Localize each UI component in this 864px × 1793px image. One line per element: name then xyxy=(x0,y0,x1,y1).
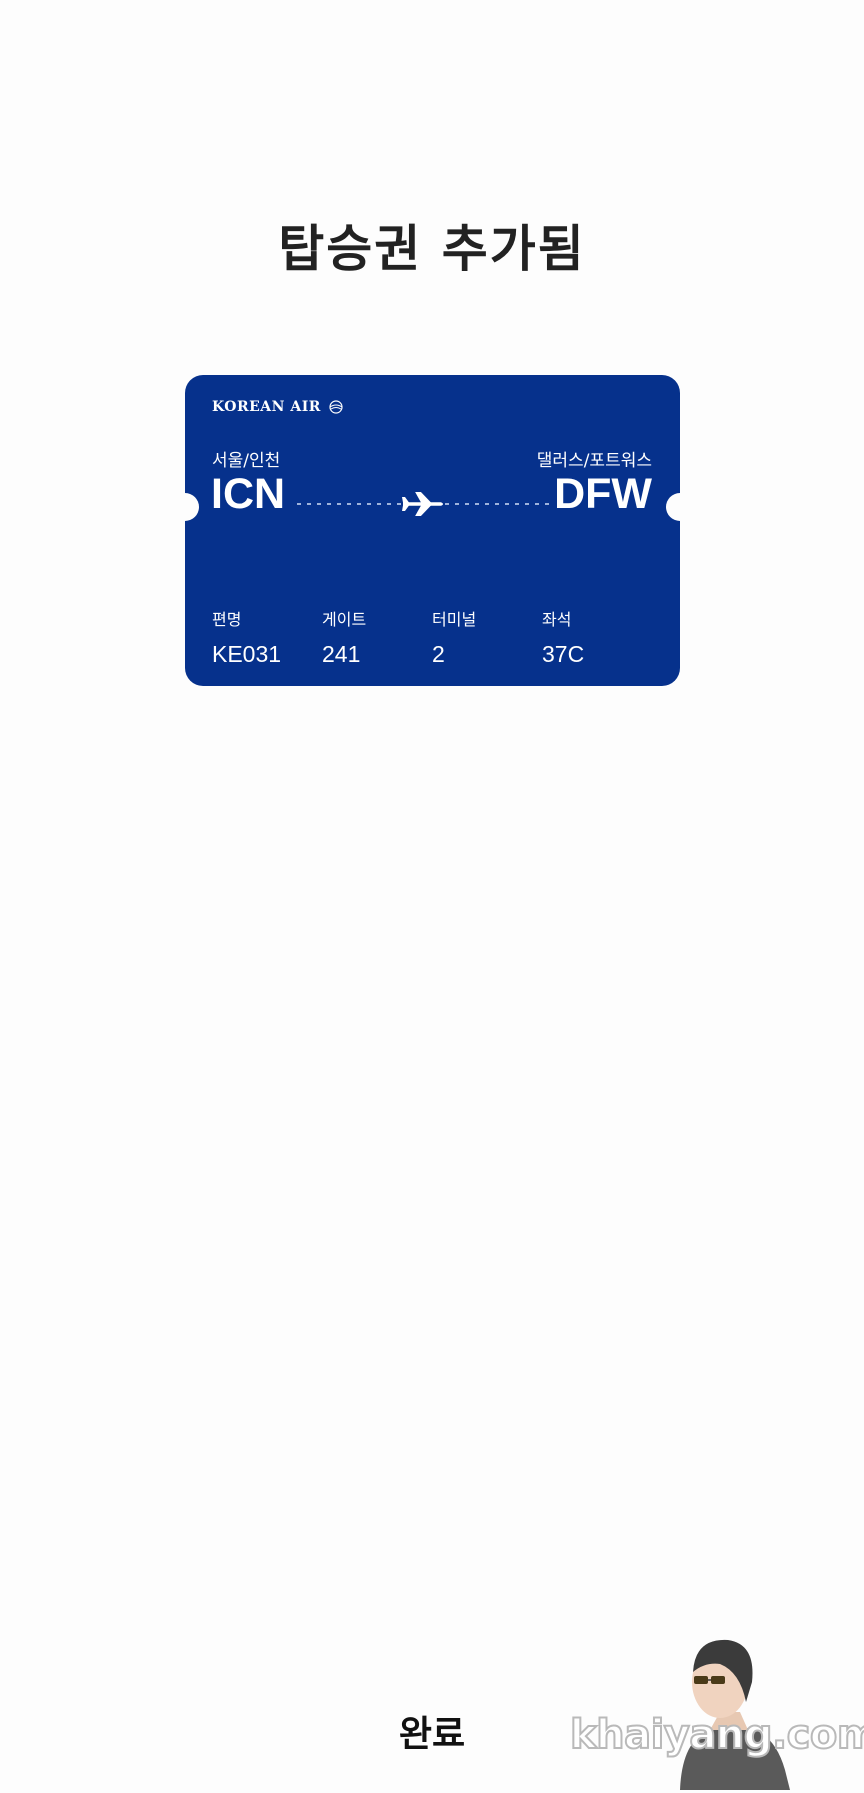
gate-field: 게이트 241 xyxy=(322,610,432,667)
destination-city: 댈러스/포트워스 xyxy=(536,451,652,471)
seat-label: 좌석 xyxy=(542,610,572,629)
ticket-notch-left xyxy=(185,493,199,521)
destination-code: DFW xyxy=(554,470,652,518)
watermark-text: khaiyang.com xyxy=(569,1711,864,1759)
gate-value: 241 xyxy=(322,641,361,667)
seat-field: 좌석 37C xyxy=(542,610,652,667)
flight-number-label: 편명 xyxy=(212,610,242,629)
terminal-value: 2 xyxy=(432,641,445,667)
terminal-field: 터미널 2 xyxy=(432,610,542,667)
ticket-notch-right xyxy=(666,493,680,521)
watermark-avatar xyxy=(680,1639,790,1790)
page-title: 탑승권 추가됨 xyxy=(278,220,586,278)
airplane-icon xyxy=(402,492,443,516)
flight-number-value: KE031 xyxy=(212,641,282,667)
origin-city: 서울/인천 xyxy=(212,451,281,471)
airline-logo: KOREAN AIR xyxy=(212,399,345,415)
origin-code: ICN xyxy=(211,470,286,518)
terminal-label: 터미널 xyxy=(432,610,477,629)
done-button[interactable]: 완료 xyxy=(332,1705,532,1765)
airline-logo-text: KOREAN AIR xyxy=(212,399,321,415)
airline-emblem-icon xyxy=(329,400,343,414)
seat-value: 37C xyxy=(542,641,585,667)
boarding-pass-card[interactable]: KOREAN AIR 서울/인천 댈러스/포트워스 ICN DFW 편명 KE0… xyxy=(185,375,680,686)
flight-number-field: 편명 KE031 xyxy=(212,610,322,667)
route-line xyxy=(297,492,549,516)
gate-label: 게이트 xyxy=(322,610,367,629)
